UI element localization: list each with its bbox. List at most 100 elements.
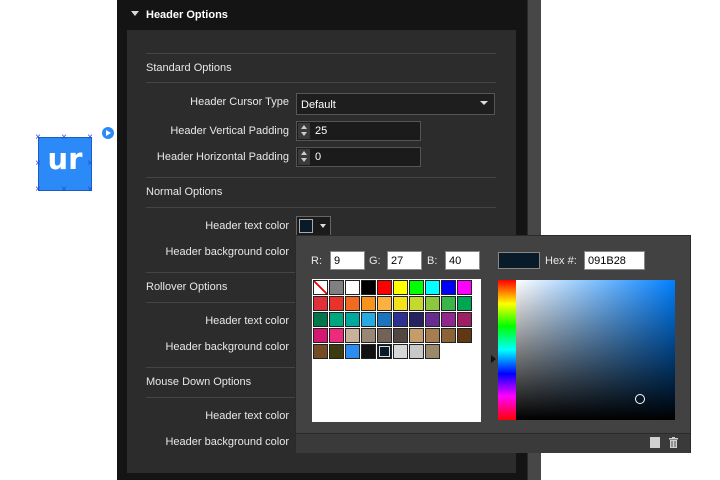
color-swatch[interactable] <box>361 312 376 327</box>
color-swatch[interactable] <box>313 344 328 359</box>
hue-pointer-icon[interactable] <box>491 355 496 363</box>
resize-handle-tr[interactable]: × <box>86 133 94 143</box>
divider <box>146 82 496 83</box>
cursor-type-value: Default <box>301 99 336 111</box>
horizontal-padding-label: Header Horizontal Padding <box>156 151 289 163</box>
ur-widget[interactable]: ur × × × × × × × × <box>35 133 94 195</box>
color-swatch[interactable] <box>425 312 440 327</box>
color-swatch[interactable] <box>425 344 440 359</box>
stepper-arrows-icon[interactable] <box>298 149 310 165</box>
new-swatch-icon[interactable] <box>650 437 660 448</box>
normal-text-color-label: Header text color <box>205 220 289 232</box>
chevron-down-icon <box>320 224 326 228</box>
color-swatch[interactable] <box>425 328 440 343</box>
color-swatch[interactable] <box>457 296 472 311</box>
color-swatch[interactable] <box>393 344 408 359</box>
divider <box>146 207 496 208</box>
horizontal-padding-value: 0 <box>315 151 322 163</box>
hex-input[interactable]: 091B28 <box>584 251 645 270</box>
g-input[interactable]: 27 <box>387 251 422 270</box>
color-swatch[interactable] <box>441 328 456 343</box>
color-swatch[interactable] <box>409 344 424 359</box>
color-swatch[interactable] <box>345 296 360 311</box>
b-label: B: <box>427 255 438 267</box>
no-color-swatch[interactable] <box>313 280 328 295</box>
color-swatch[interactable] <box>345 280 360 295</box>
resize-handle-br[interactable]: × <box>86 185 94 195</box>
divider <box>146 177 496 178</box>
color-swatch[interactable] <box>329 280 344 295</box>
color-swatch[interactable] <box>361 344 376 359</box>
saturation-brightness-field[interactable] <box>516 280 675 420</box>
color-swatch[interactable] <box>393 312 408 327</box>
rollover-bg-color-label: Header background color <box>165 341 289 353</box>
color-swatch[interactable] <box>441 280 456 295</box>
widget-options-play-icon[interactable] <box>102 127 114 139</box>
color-swatch[interactable] <box>361 296 376 311</box>
horizontal-padding-stepper[interactable]: 0 <box>296 147 421 167</box>
resize-handle-bl[interactable]: × <box>34 185 42 195</box>
color-swatch[interactable] <box>377 280 392 295</box>
resize-handle-l[interactable]: × <box>34 159 42 169</box>
color-swatch[interactable] <box>329 296 344 311</box>
color-swatch[interactable] <box>313 312 328 327</box>
color-swatch[interactable] <box>345 344 360 359</box>
color-swatch[interactable] <box>329 312 344 327</box>
resize-handle-r[interactable]: × <box>86 159 94 169</box>
color-swatch[interactable] <box>441 296 456 311</box>
color-swatch[interactable] <box>361 328 376 343</box>
color-swatch[interactable] <box>377 344 392 359</box>
mousedown-text-color-label: Header text color <box>205 410 289 422</box>
rollover-text-color-label: Header text color <box>205 315 289 327</box>
color-swatch[interactable] <box>457 280 472 295</box>
color-swatch[interactable] <box>377 312 392 327</box>
hue-slider[interactable] <box>498 280 517 420</box>
collapse-arrow-icon[interactable] <box>131 11 139 16</box>
color-swatch[interactable] <box>457 328 472 343</box>
divider <box>146 53 496 54</box>
resize-handle-t[interactable]: × <box>60 133 68 143</box>
vertical-padding-stepper[interactable]: 25 <box>296 121 421 141</box>
cursor-type-select[interactable]: Default <box>296 93 495 115</box>
color-swatch[interactable] <box>329 328 344 343</box>
color-swatch[interactable] <box>393 328 408 343</box>
color-swatch[interactable] <box>409 328 424 343</box>
color-swatch[interactable] <box>345 328 360 343</box>
g-label: G: <box>369 255 381 267</box>
b-input[interactable]: 40 <box>445 251 480 270</box>
color-swatch[interactable] <box>409 312 424 327</box>
resize-handle-tl[interactable]: × <box>34 133 42 143</box>
color-swatch[interactable] <box>393 280 408 295</box>
stepper-arrows-icon[interactable] <box>298 123 310 139</box>
color-swatch[interactable] <box>425 296 440 311</box>
color-swatch[interactable] <box>393 296 408 311</box>
color-swatch[interactable] <box>425 280 440 295</box>
color-swatch <box>299 219 313 233</box>
color-swatch[interactable] <box>409 280 424 295</box>
mousedown-bg-color-label: Header background color <box>165 436 289 448</box>
vertical-padding-value: 25 <box>315 125 328 137</box>
color-swatch[interactable] <box>329 344 344 359</box>
section-normal-options: Normal Options <box>146 186 223 198</box>
color-swatch[interactable] <box>313 296 328 311</box>
chevron-down-icon <box>480 101 488 105</box>
r-input[interactable]: 9 <box>330 251 365 270</box>
color-swatch[interactable] <box>313 328 328 343</box>
normal-text-color-button[interactable] <box>296 216 331 236</box>
trash-icon[interactable] <box>668 437 679 448</box>
widget-text: ur <box>47 142 83 176</box>
color-swatch[interactable] <box>345 312 360 327</box>
resize-handle-b[interactable]: × <box>60 185 68 195</box>
color-swatch[interactable] <box>457 312 472 327</box>
color-cursor[interactable] <box>635 394 645 404</box>
section-standard-options: Standard Options <box>146 62 232 74</box>
color-swatch[interactable] <box>409 296 424 311</box>
color-swatch[interactable] <box>441 312 456 327</box>
normal-bg-color-label: Header background color <box>165 246 289 258</box>
color-swatch[interactable] <box>377 328 392 343</box>
color-swatch[interactable] <box>361 280 376 295</box>
section-rollover-options: Rollover Options <box>146 281 228 293</box>
current-color-preview <box>498 252 540 269</box>
color-swatch[interactable] <box>377 296 392 311</box>
picker-footer <box>296 433 690 453</box>
